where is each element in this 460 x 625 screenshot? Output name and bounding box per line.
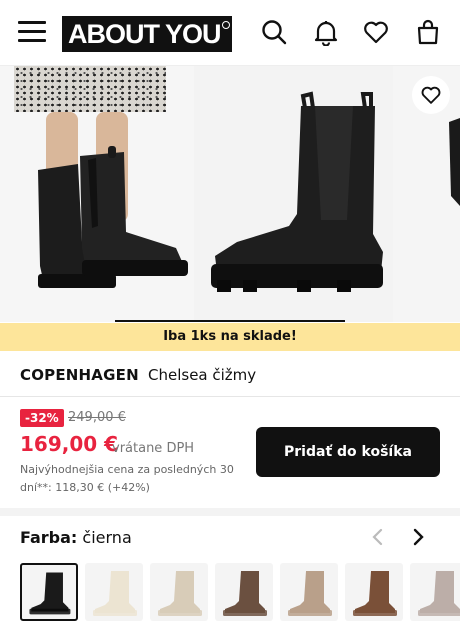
color-label: Farba: čierna — [20, 528, 132, 547]
bell-icon[interactable] — [312, 18, 340, 47]
product-image-gallery[interactable] — [0, 66, 460, 322]
old-price: 249,00 € — [68, 410, 126, 425]
color-swatch[interactable] — [215, 563, 273, 621]
swatch-boot-image — [158, 571, 202, 616]
add-to-cart-button[interactable]: Pridať do košíka — [256, 427, 440, 477]
vat-note: vrátane DPH — [112, 441, 195, 456]
current-price: 169,00 € — [20, 432, 119, 456]
selected-color-name: čierna — [82, 528, 132, 547]
swatch-boot-image — [29, 572, 71, 615]
heart-icon[interactable] — [362, 18, 390, 46]
color-swatch[interactable] — [345, 563, 403, 621]
about-you-logo[interactable]: ABOUT YOU — [62, 16, 232, 52]
menu-icon[interactable] — [18, 20, 46, 44]
product-image-boot[interactable] — [197, 66, 390, 322]
color-label-prefix: Farba: — [20, 528, 78, 547]
boots-on-model — [38, 146, 188, 288]
color-swatch[interactable] — [410, 563, 460, 621]
swatch-boot-image — [223, 571, 267, 616]
section-divider — [0, 508, 460, 516]
shopping-bag-icon[interactable] — [414, 18, 442, 46]
search-icon[interactable] — [260, 18, 288, 46]
logo-text: ABOUT YOU — [68, 19, 222, 49]
chevron-left-icon[interactable] — [368, 526, 388, 548]
add-to-wishlist-button[interactable] — [412, 76, 450, 114]
stock-banner: Iba 1ks na sklade! — [0, 323, 460, 351]
gallery-progress-indicator — [115, 320, 345, 322]
lowest-price-note: Najvýhodnejšia cena za posledných 30 dní… — [20, 463, 234, 494]
color-swatch[interactable] — [280, 563, 338, 621]
chevron-right-icon[interactable] — [408, 526, 428, 548]
discount-badge: -32% — [20, 409, 64, 427]
color-swatches — [20, 563, 460, 621]
product-image-model[interactable] — [0, 66, 194, 322]
swatch-boot-image — [93, 571, 137, 616]
swatch-boot-image — [288, 571, 332, 616]
product-title-row: COPENHAGEN Chelsea čižmy — [0, 351, 460, 397]
color-swatch[interactable] — [20, 563, 78, 621]
color-swatch[interactable] — [150, 563, 208, 621]
boot-product-photo — [211, 91, 383, 292]
top-navigation-bar: ABOUT YOU — [0, 0, 460, 66]
brand-name[interactable]: COPENHAGEN — [20, 366, 139, 384]
swatch-boot-image — [418, 571, 460, 616]
swatch-boot-image — [353, 571, 397, 616]
heart-icon — [421, 86, 441, 104]
product-name: Chelsea čižmy — [148, 366, 257, 384]
color-swatch[interactable] — [85, 563, 143, 621]
